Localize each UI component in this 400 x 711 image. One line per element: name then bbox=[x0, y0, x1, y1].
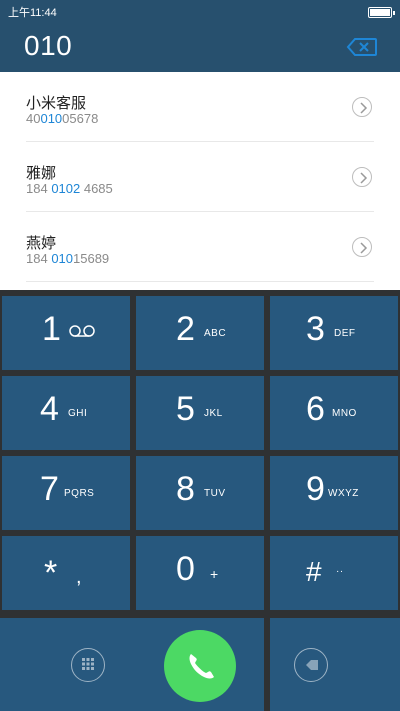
key-letters: DEF bbox=[334, 328, 356, 339]
key-letters: GHI bbox=[68, 408, 88, 419]
key-digit: 5 bbox=[176, 390, 195, 428]
call-button[interactable] bbox=[164, 630, 236, 702]
key-letters: MNO bbox=[332, 408, 357, 419]
key-2[interactable]: 2 ABC bbox=[136, 296, 264, 370]
voicemail-icon bbox=[68, 324, 96, 341]
key-digit: 7 bbox=[40, 470, 59, 508]
key-digit: 9 bbox=[306, 470, 325, 508]
contact-number: 4001005678 bbox=[26, 111, 99, 126]
key-0[interactable]: 0 + bbox=[136, 536, 264, 610]
dialed-number[interactable]: 010 bbox=[24, 30, 72, 62]
battery-icon bbox=[368, 7, 395, 18]
key-hash[interactable]: # ·· bbox=[270, 536, 398, 610]
key-8[interactable]: 8 TUV bbox=[136, 456, 264, 530]
list-item[interactable]: 小米客服 4001005678 bbox=[0, 72, 400, 142]
key-digit: # bbox=[306, 556, 322, 587]
list-item[interactable]: 燕婷 184 01015689 bbox=[0, 212, 400, 282]
key-letters: ·· bbox=[336, 566, 344, 577]
key-digit: 8 bbox=[176, 470, 195, 508]
contact-number: 184 01015689 bbox=[26, 251, 110, 266]
status-bar: 上午11:44 bbox=[0, 0, 400, 22]
bottom-right-panel bbox=[270, 618, 400, 711]
key-digit: 4 bbox=[40, 390, 59, 428]
key-digit: 1 bbox=[42, 310, 61, 348]
key-letters: TUV bbox=[204, 488, 226, 499]
key-1[interactable]: 1 bbox=[2, 296, 130, 370]
dialpad-icon[interactable] bbox=[71, 648, 105, 682]
key-letters: PQRS bbox=[64, 488, 95, 499]
key-letters: ABC bbox=[204, 328, 227, 339]
key-3[interactable]: 3 DEF bbox=[270, 296, 398, 370]
key-letters: WXYZ bbox=[328, 488, 359, 499]
contact-name: 燕婷 bbox=[26, 235, 57, 252]
contact-number: 184 0102 4685 bbox=[26, 181, 113, 196]
key-digit: 6 bbox=[306, 390, 325, 428]
key-7[interactable]: 7 PQRS bbox=[2, 456, 130, 530]
key-letters: JKL bbox=[204, 408, 223, 419]
contact-name: 小米客服 bbox=[26, 95, 87, 112]
key-letters: , bbox=[76, 566, 83, 588]
key-4[interactable]: 4 GHI bbox=[2, 376, 130, 450]
key-digit: * bbox=[44, 554, 58, 592]
key-letters: + bbox=[210, 566, 219, 582]
key-digit: 3 bbox=[306, 310, 325, 348]
dialer-header: 上午11:44 010 bbox=[0, 0, 400, 72]
chevron-right-icon[interactable] bbox=[352, 167, 372, 187]
key-digit: 0 bbox=[176, 550, 195, 588]
chevron-right-icon[interactable] bbox=[352, 237, 372, 257]
status-time: 上午11:44 bbox=[8, 7, 57, 19]
divider bbox=[26, 281, 374, 282]
key-5[interactable]: 5 JKL bbox=[136, 376, 264, 450]
search-results: 小米客服 4001005678 雅娜 184 0102 4685 燕婷 184 … bbox=[0, 72, 400, 290]
more-icon[interactable] bbox=[294, 648, 328, 682]
backspace-icon[interactable] bbox=[346, 36, 378, 58]
key-star[interactable]: * , bbox=[2, 536, 130, 610]
list-item[interactable]: 雅娜 184 0102 4685 bbox=[0, 142, 400, 212]
phone-icon bbox=[189, 654, 214, 679]
contact-name: 雅娜 bbox=[26, 165, 57, 182]
key-9[interactable]: 9 WXYZ bbox=[270, 456, 398, 530]
chevron-right-icon[interactable] bbox=[352, 97, 372, 117]
key-6[interactable]: 6 MNO bbox=[270, 376, 398, 450]
key-digit: 2 bbox=[176, 310, 195, 348]
